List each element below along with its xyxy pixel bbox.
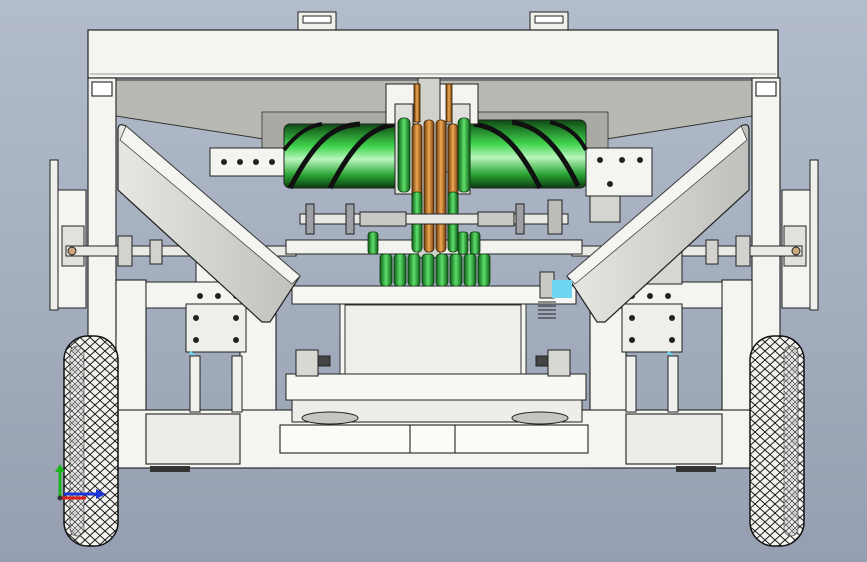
spring-fitting (538, 271, 572, 319)
left-outer-frame (49, 159, 87, 311)
green-disc-bank-lower (379, 253, 491, 287)
sensor-bracket-left (295, 349, 331, 377)
inner-stand-left (189, 355, 243, 413)
upper-bracket-left (209, 147, 285, 177)
spiral-roller-left (282, 121, 405, 190)
machine-assembly-drawing (49, 11, 819, 547)
sensor-bracket-right (535, 349, 571, 377)
top-lifting-handle-left (297, 11, 337, 33)
left-front-wheel (63, 335, 119, 547)
upper-cover-plate (87, 29, 779, 79)
right-outer-frame (781, 159, 819, 311)
spiral-roller-right (467, 119, 588, 190)
top-lifting-handle-right (529, 11, 569, 33)
discharge-chute (285, 373, 587, 425)
right-front-wheel (749, 335, 805, 547)
inner-stand-right (625, 355, 679, 413)
cad-viewport[interactable] (0, 0, 867, 562)
